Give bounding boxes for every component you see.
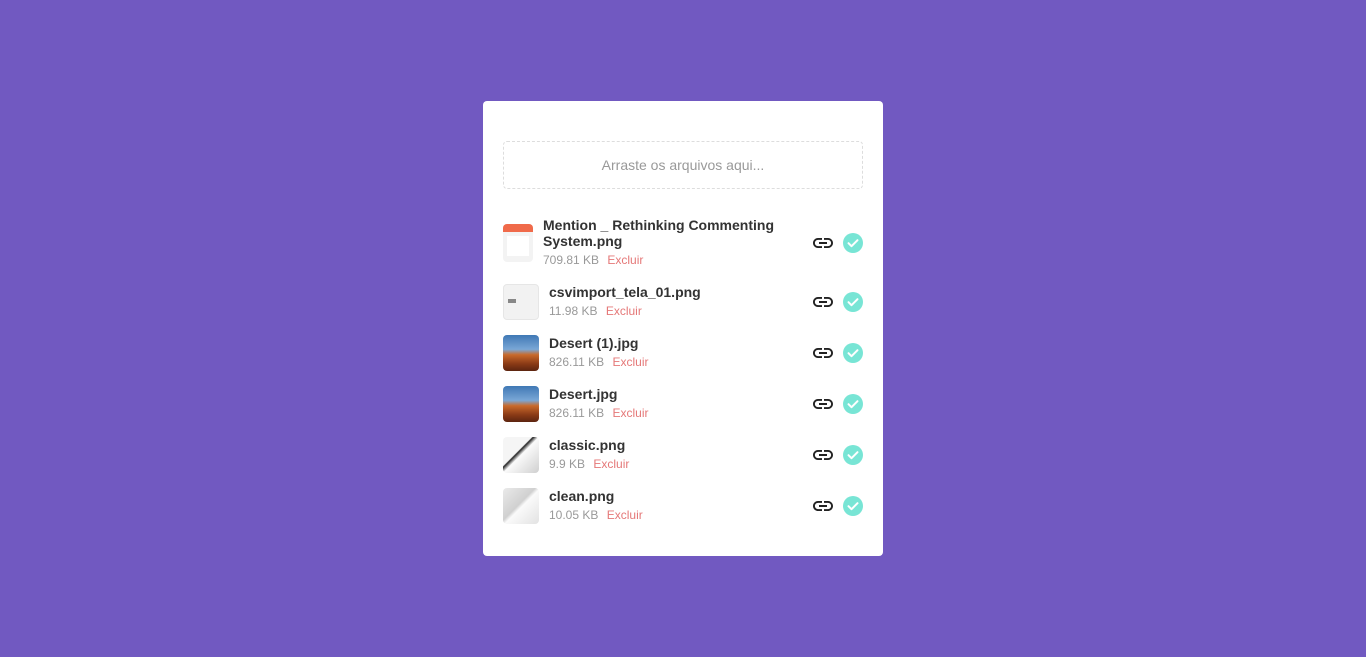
file-size: 709.81 KB <box>543 253 600 267</box>
file-item: Desert (1).jpg 826.11 KB Excluir <box>503 327 863 378</box>
file-item: Mention _ Rethinking Commenting System.p… <box>503 209 863 276</box>
file-name: clean.png <box>549 488 615 504</box>
file-thumbnail <box>503 334 539 371</box>
file-size: 9.9 KB <box>549 457 586 471</box>
file-name: Desert.jpg <box>549 386 618 402</box>
file-item: classic.png 9.9 KB Excluir <box>503 429 863 480</box>
link-icon[interactable] <box>811 341 835 365</box>
file-list: Mention _ Rethinking Commenting System.p… <box>503 209 863 531</box>
link-icon[interactable] <box>811 494 835 518</box>
check-circle-icon <box>843 495 863 516</box>
check-circle-icon <box>843 444 863 465</box>
check-circle-icon <box>843 342 863 363</box>
upload-card: Arraste os arquivos aqui... Mention _ Re… <box>483 101 883 556</box>
file-thumbnail <box>503 283 539 320</box>
delete-button[interactable]: Excluir <box>613 355 649 369</box>
delete-button[interactable]: Excluir <box>607 253 643 267</box>
file-size: 10.05 KB <box>549 508 599 522</box>
file-size: 11.98 KB <box>549 304 598 318</box>
check-circle-icon <box>843 232 863 253</box>
delete-button[interactable]: Excluir <box>613 406 649 420</box>
delete-button[interactable]: Excluir <box>607 508 643 522</box>
file-name: classic.png <box>549 437 626 453</box>
link-icon[interactable] <box>811 443 835 467</box>
file-thumbnail <box>503 223 533 262</box>
file-item: clean.png 10.05 KB Excluir <box>503 480 863 531</box>
file-item: Desert.jpg 826.11 KB Excluir <box>503 378 863 429</box>
file-thumbnail <box>503 385 539 422</box>
file-thumbnail <box>503 436 539 473</box>
delete-button[interactable]: Excluir <box>593 457 629 471</box>
link-icon[interactable] <box>811 231 835 255</box>
file-size: 826.11 KB <box>549 406 605 420</box>
file-name: csvimport_tela_01.png <box>549 284 701 300</box>
file-name: Mention _ Rethinking Commenting System.p… <box>543 217 774 249</box>
check-circle-icon <box>843 393 863 414</box>
check-circle-icon <box>843 291 863 312</box>
dropzone[interactable]: Arraste os arquivos aqui... <box>503 141 863 189</box>
file-item: csvimport_tela_01.png 11.98 KB Excluir <box>503 276 863 327</box>
link-icon[interactable] <box>811 290 835 314</box>
link-icon[interactable] <box>811 392 835 416</box>
file-size: 826.11 KB <box>549 355 605 369</box>
delete-button[interactable]: Excluir <box>606 304 642 318</box>
file-thumbnail <box>503 487 539 524</box>
file-name: Desert (1).jpg <box>549 335 639 351</box>
dropzone-placeholder: Arraste os arquivos aqui... <box>601 157 765 173</box>
